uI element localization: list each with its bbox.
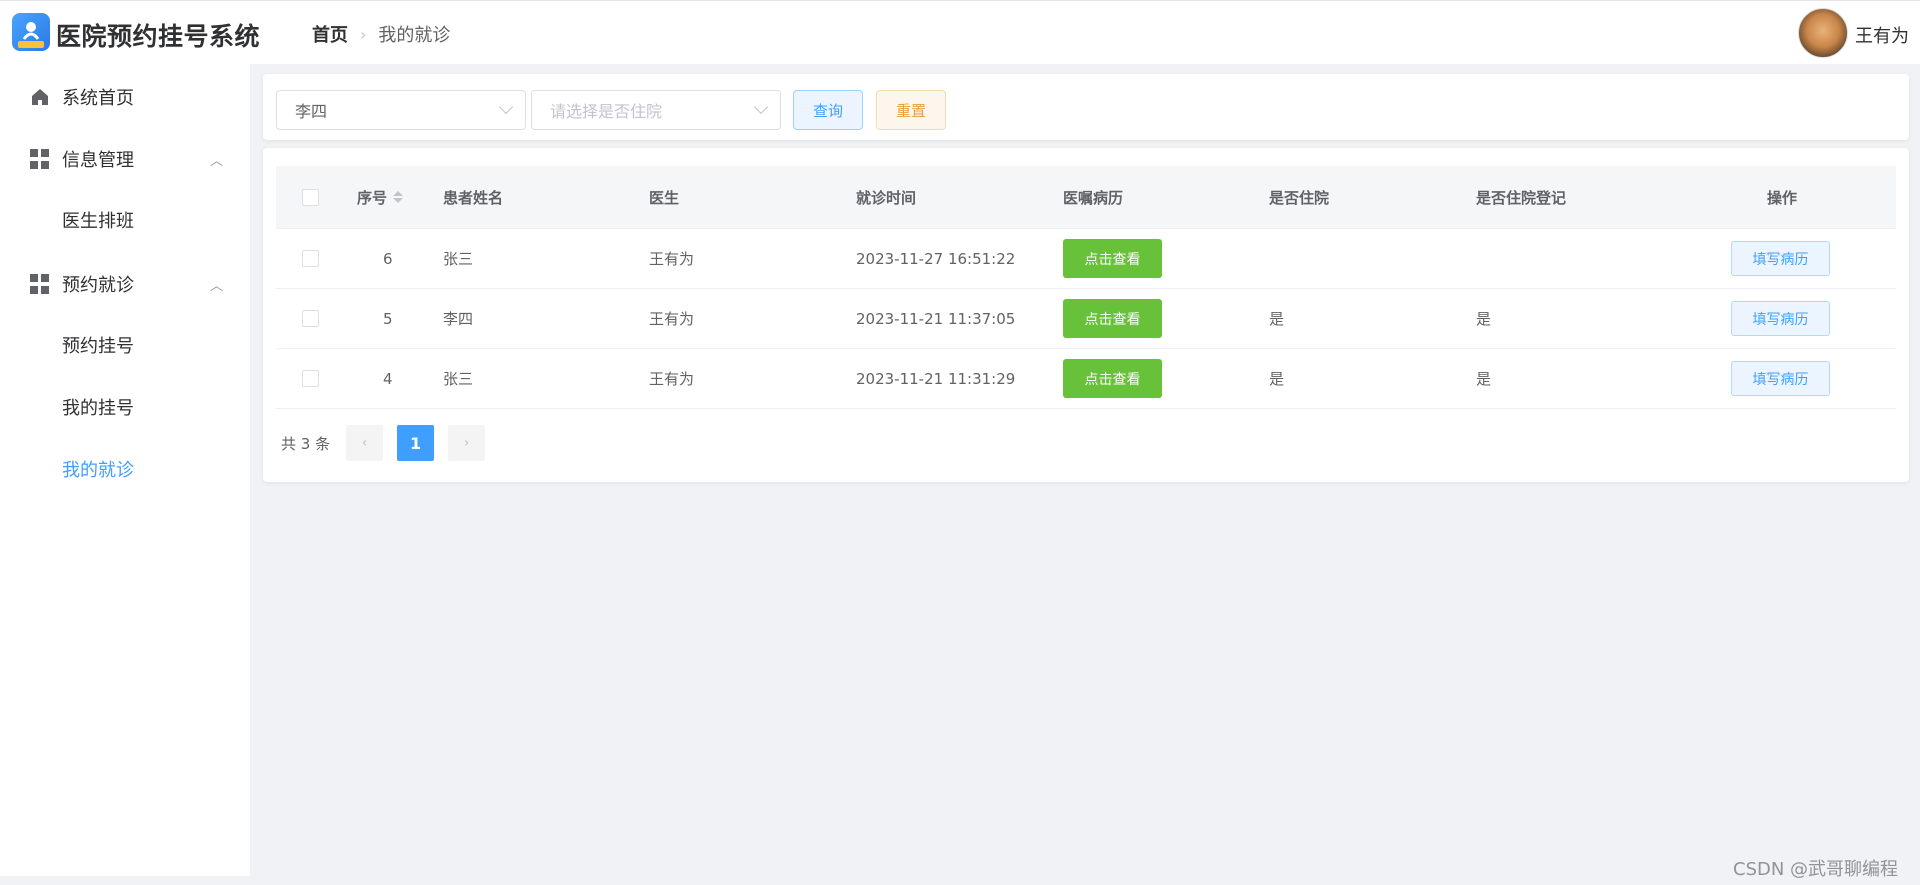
- fill-record-button[interactable]: 填写病历: [1731, 241, 1830, 276]
- view-record-button[interactable]: 点击查看: [1063, 239, 1162, 278]
- patient-select[interactable]: 李四: [276, 90, 526, 130]
- cell-action: 填写病历: [1731, 289, 1830, 348]
- cell-index: 6: [383, 249, 393, 268]
- select-all-checkbox[interactable]: [302, 188, 319, 206]
- header-record: 医嘱病历: [1063, 188, 1124, 207]
- cell-time: 2023-11-21 11:37:05: [856, 309, 1016, 328]
- app-title: 医院预约挂号系统: [56, 22, 261, 51]
- grid-icon: [30, 149, 50, 169]
- table-row: 6 张三 王有为 2023-11-27 16:51:22 点击查看 填写病历: [276, 229, 1896, 289]
- table-card: 序号 患者姓名 医生 就诊时间 医嘱病历 是否住院 是否住院登记 操作 6 张三…: [263, 148, 1909, 482]
- logo-ribbon: [18, 41, 44, 48]
- sidebar-item-doctor-schedule[interactable]: 医生排班: [0, 195, 250, 245]
- header-doctor: 医生: [649, 188, 680, 207]
- sidebar-item-label: 预约挂号: [62, 336, 134, 357]
- view-record-button[interactable]: 点击查看: [1063, 299, 1162, 338]
- cell-action: 填写病历: [1731, 349, 1830, 408]
- sidebar-item-label: 信息管理: [62, 150, 134, 171]
- sidebar-item-label: 我的挂号: [62, 398, 134, 419]
- cell-action: 填写病历: [1731, 229, 1830, 288]
- row-checkbox-cell: [302, 349, 319, 408]
- avatar[interactable]: [1798, 8, 1848, 58]
- breadcrumb-home[interactable]: 首页: [312, 21, 348, 47]
- chevron-down-icon: [753, 99, 769, 115]
- header-action: 操作: [1767, 188, 1798, 207]
- chevron-up-icon: ︿: [210, 278, 224, 294]
- header-time: 就诊时间: [856, 188, 917, 207]
- sidebar-item-label: 医生排班: [62, 211, 134, 232]
- chevron-down-icon: [498, 99, 514, 115]
- hospital-logo-icon: [12, 13, 50, 51]
- sidebar-item-info-management[interactable]: 信息管理 ︿: [0, 134, 250, 184]
- page-button-1[interactable]: 1: [397, 425, 435, 461]
- query-button[interactable]: 查询: [793, 90, 863, 130]
- row-checkbox[interactable]: [302, 310, 319, 327]
- username[interactable]: 王有为: [1855, 22, 1909, 48]
- cell-index: 5: [383, 309, 393, 328]
- table-header: 序号 患者姓名 医生 就诊时间 医嘱病历 是否住院 是否住院登记 操作: [276, 166, 1896, 229]
- table-row: 4 张三 王有为 2023-11-21 11:31:29 点击查看 是 是 填写…: [276, 349, 1896, 409]
- sidebar: 系统首页 信息管理 ︿ 医生排班 预约就诊 ︿ 预约挂号 我的挂号 我的就诊: [0, 64, 250, 876]
- row-checkbox[interactable]: [302, 250, 319, 267]
- fill-record-button[interactable]: 填写病历: [1731, 361, 1830, 396]
- fill-record-button[interactable]: 填写病历: [1731, 301, 1830, 336]
- table-row: 5 李四 王有为 2023-11-21 11:37:05 点击查看 是 是 填写…: [276, 289, 1896, 349]
- patient-select-value: 李四: [295, 102, 328, 121]
- row-checkbox-cell: [302, 289, 319, 348]
- cell-hospitalized: 是: [1269, 310, 1285, 328]
- cell-doctor: 王有为: [649, 250, 695, 268]
- breadcrumb: 首页 › 我的就诊: [312, 21, 450, 47]
- cell-record: 点击查看: [1063, 289, 1162, 348]
- sidebar-item-label: 系统首页: [62, 88, 134, 109]
- header-hospitalized: 是否住院: [1269, 188, 1330, 207]
- row-checkbox[interactable]: [302, 370, 319, 387]
- view-record-button[interactable]: 点击查看: [1063, 359, 1162, 398]
- header-index-label: 序号: [357, 188, 388, 207]
- chevron-right-icon: ›: [360, 24, 367, 44]
- cell-record: 点击查看: [1063, 349, 1162, 408]
- row-checkbox-cell: [302, 229, 319, 288]
- pagination: 共 3 条 ‹ 1 ›: [281, 425, 499, 461]
- sidebar-item-home[interactable]: 系统首页: [0, 72, 250, 122]
- watermark: CSDN @武哥聊编程: [1733, 859, 1899, 880]
- hospitalized-select[interactable]: 请选择是否住院: [531, 90, 781, 130]
- cell-record: 点击查看: [1063, 229, 1162, 288]
- cell-registered: 是: [1476, 370, 1492, 388]
- header-index[interactable]: 序号: [357, 166, 404, 228]
- cell-patient: 李四: [443, 310, 474, 328]
- cell-time: 2023-11-27 16:51:22: [856, 249, 1016, 268]
- cell-index: 4: [383, 369, 393, 388]
- cell-hospitalized: 是: [1269, 370, 1285, 388]
- prev-page-button[interactable]: ‹: [346, 425, 384, 461]
- pagination-total: 共 3 条: [281, 434, 331, 453]
- top-header: 医院预约挂号系统 首页 › 我的就诊 王有为: [0, 0, 1920, 64]
- sidebar-item-book-registration[interactable]: 预约挂号: [0, 320, 250, 370]
- visits-table: 序号 患者姓名 医生 就诊时间 医嘱病历 是否住院 是否住院登记 操作 6 张三…: [276, 166, 1896, 409]
- chevron-up-icon: ︿: [210, 153, 224, 169]
- next-page-button[interactable]: ›: [448, 425, 486, 461]
- hospitalized-select-placeholder: 请选择是否住院: [550, 102, 663, 121]
- cell-patient: 张三: [443, 370, 474, 388]
- sidebar-item-label: 我的就诊: [62, 460, 134, 481]
- search-card: 李四 请选择是否住院 查询 重置: [263, 74, 1909, 140]
- sidebar-item-my-registrations[interactable]: 我的挂号: [0, 382, 250, 432]
- header-registered: 是否住院登记: [1476, 188, 1567, 207]
- cell-doctor: 王有为: [649, 370, 695, 388]
- grid-icon: [30, 274, 50, 294]
- cell-patient: 张三: [443, 250, 474, 268]
- cell-time: 2023-11-21 11:31:29: [856, 369, 1016, 388]
- breadcrumb-current: 我的就诊: [378, 25, 451, 46]
- header-patient: 患者姓名: [443, 188, 504, 207]
- sidebar-item-my-visits[interactable]: 我的就诊: [0, 444, 250, 494]
- reset-button[interactable]: 重置: [876, 90, 946, 130]
- cell-doctor: 王有为: [649, 310, 695, 328]
- sidebar-item-appointment[interactable]: 预约就诊 ︿: [0, 259, 250, 309]
- cell-registered: 是: [1476, 310, 1492, 328]
- sidebar-item-label: 预约就诊: [62, 275, 134, 296]
- select-all-checkbox-cell: [302, 166, 319, 228]
- home-icon: [32, 89, 48, 105]
- sort-icon[interactable]: [393, 191, 404, 203]
